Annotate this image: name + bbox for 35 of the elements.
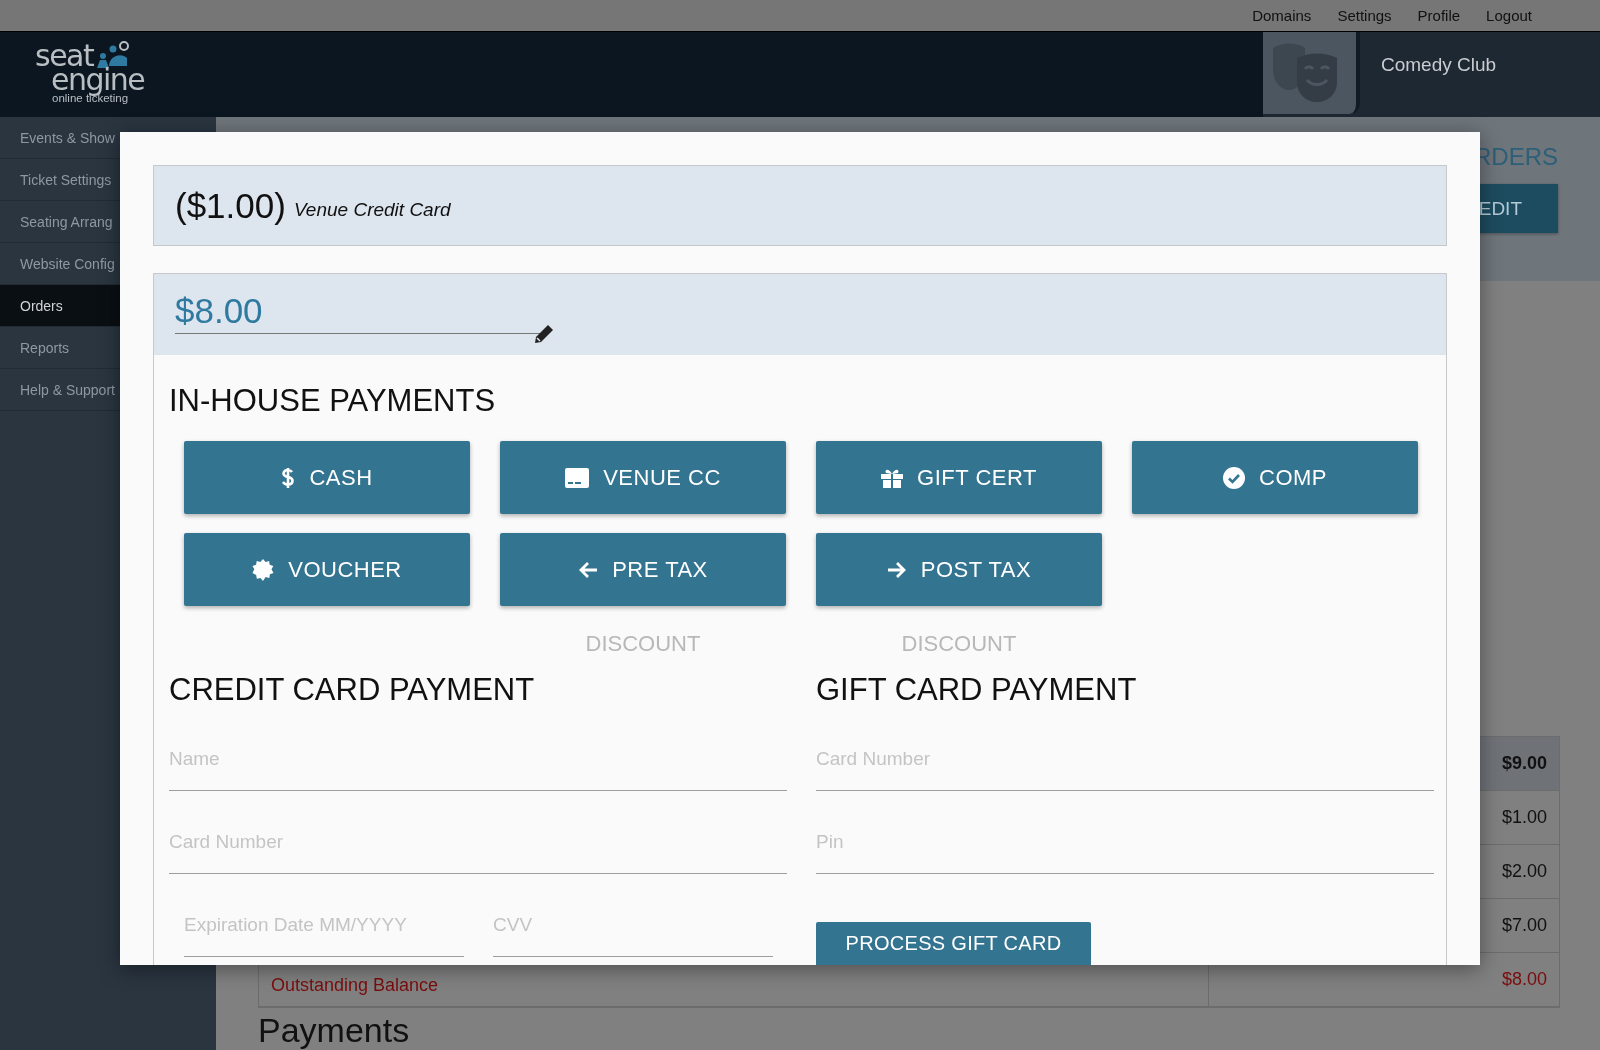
button-note: DISCOUNT [900,631,1018,657]
section-heading: Payments [258,1010,411,1050]
logo-word: seat [35,44,94,68]
top-nav-link[interactable]: Settings [1337,7,1392,24]
pencil-icon[interactable] [533,323,555,345]
button-note: DISCOUNT [584,631,702,657]
payment-method-button[interactable]: POST TAX [816,533,1102,606]
payment-method-button[interactable]: PRE TAX [500,533,786,606]
dollar-icon [281,465,296,490]
payment-method-button[interactable]: GIFT CERT [816,441,1102,514]
top-nav-link[interactable]: Domains [1252,7,1312,24]
gift-icon [881,467,904,488]
venue-name: Comedy Club [1381,54,1497,76]
payment-method-button[interactable]: VOUCHER [184,533,470,606]
section-heading: GIFT CARD PAYMENT [816,672,1138,708]
process-gift-card-button[interactable]: PROCESS GIFT CARD [816,922,1091,965]
card-icon [565,467,590,488]
payment-method: Venue Credit Card [293,198,451,221]
payment-method-button[interactable]: CASH [184,441,470,514]
amount-field[interactable]: $8.00 [175,288,543,334]
badge-icon [252,558,275,581]
amount-cell: $7.00 [1501,915,1547,936]
amount-cell: $2.00 [1501,861,1547,882]
check-circle-icon [1223,466,1245,489]
arrow-right-icon [886,560,907,579]
arrow-left-icon [578,560,599,579]
amount-cell: $9.00 [1501,753,1547,774]
top-nav-link[interactable]: Profile [1417,7,1461,24]
section-heading: CREDIT CARD PAYMENT [169,672,536,708]
top-nav-link[interactable]: Logout [1486,7,1532,24]
payment-method-button[interactable]: COMP [1132,441,1418,514]
balance-label: Outstanding Balance [270,974,439,996]
amount-cell: $1.00 [1501,807,1547,828]
amount-cell: $8.00 [1501,969,1547,990]
payment-method-button[interactable]: VENUE CC [500,441,786,514]
